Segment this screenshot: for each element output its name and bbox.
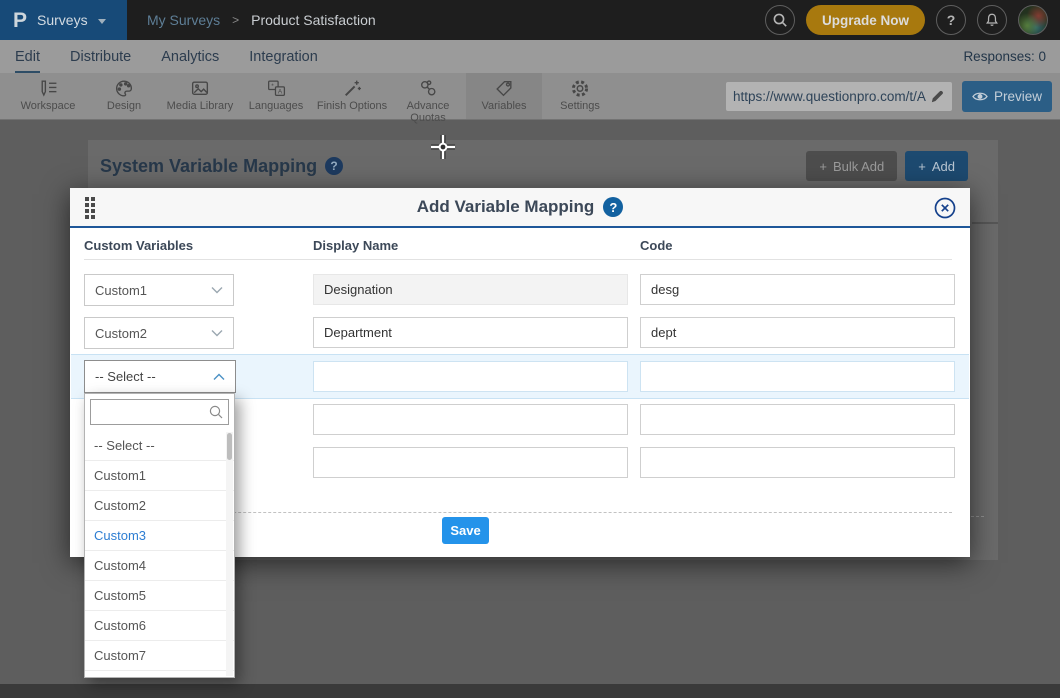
display-name-input-3[interactable] bbox=[313, 361, 628, 392]
dropdown-scrollbar-thumb[interactable] bbox=[227, 433, 232, 460]
close-button[interactable] bbox=[933, 196, 957, 220]
dropdown-option-custom7[interactable]: Custom7 bbox=[85, 641, 234, 671]
code-input-1[interactable] bbox=[640, 274, 955, 305]
save-button[interactable]: Save bbox=[442, 517, 489, 544]
select-value: -- Select -- bbox=[95, 369, 156, 384]
column-custom-variables: Custom Variables bbox=[84, 238, 193, 253]
search-icon bbox=[208, 404, 224, 420]
select-value: Custom1 bbox=[95, 283, 147, 298]
chevron-down-icon bbox=[211, 286, 223, 294]
dropdown-panel: -- Select -- Custom1 Custom2 Custom3 Cus… bbox=[84, 393, 235, 678]
dialog-help-icon[interactable]: ? bbox=[603, 197, 623, 217]
column-display-name: Display Name bbox=[313, 238, 398, 253]
dropdown-option-select[interactable]: -- Select -- bbox=[85, 431, 234, 461]
dropdown-option-custom6[interactable]: Custom6 bbox=[85, 611, 234, 641]
chevron-down-icon bbox=[211, 329, 223, 337]
display-name-input-1[interactable] bbox=[313, 274, 628, 305]
drag-handle-icon[interactable] bbox=[85, 197, 96, 220]
dropdown-option-custom4[interactable]: Custom4 bbox=[85, 551, 234, 581]
close-icon bbox=[933, 196, 957, 220]
mapping-row-2: Custom2 bbox=[70, 317, 970, 349]
code-input-4[interactable] bbox=[640, 404, 955, 435]
dropdown-option-custom2[interactable]: Custom2 bbox=[85, 491, 234, 521]
custom-variable-select-2[interactable]: Custom2 bbox=[84, 317, 234, 349]
custom-variable-select-1[interactable]: Custom1 bbox=[84, 274, 234, 306]
questionpro-app: P Surveys My Surveys > Product Satisfact… bbox=[0, 0, 1060, 698]
code-input-3[interactable] bbox=[640, 361, 955, 392]
custom-variable-select-3[interactable]: -- Select -- bbox=[84, 360, 236, 393]
code-input-5[interactable] bbox=[640, 447, 955, 478]
code-input-2[interactable] bbox=[640, 317, 955, 348]
display-name-input-5[interactable] bbox=[313, 447, 628, 478]
dropdown-search-box bbox=[90, 399, 229, 425]
dialog-header: Add Variable Mapping ? bbox=[70, 188, 970, 228]
dropdown-options-list: -- Select -- Custom1 Custom2 Custom3 Cus… bbox=[85, 431, 234, 677]
mapping-column-headers: Custom Variables Display Name Code bbox=[84, 234, 952, 260]
column-code: Code bbox=[640, 238, 673, 253]
display-name-input-2[interactable] bbox=[313, 317, 628, 348]
custom-variable-dropdown-open: -- Select -- -- Select -- Custom1 Custom… bbox=[84, 360, 236, 393]
mapping-row-1: Custom1 bbox=[70, 274, 970, 306]
dropdown-scrollbar[interactable] bbox=[226, 432, 233, 676]
select-value: Custom2 bbox=[95, 326, 147, 341]
display-name-input-4[interactable] bbox=[313, 404, 628, 435]
dropdown-option-custom5[interactable]: Custom5 bbox=[85, 581, 234, 611]
dialog-title: Add Variable Mapping bbox=[417, 197, 595, 217]
dropdown-option-custom3[interactable]: Custom3 bbox=[85, 521, 234, 551]
dropdown-option-custom1[interactable]: Custom1 bbox=[85, 461, 234, 491]
chevron-up-icon bbox=[213, 373, 225, 381]
add-variable-mapping-dialog: Add Variable Mapping ? Custom Variables … bbox=[70, 188, 970, 557]
